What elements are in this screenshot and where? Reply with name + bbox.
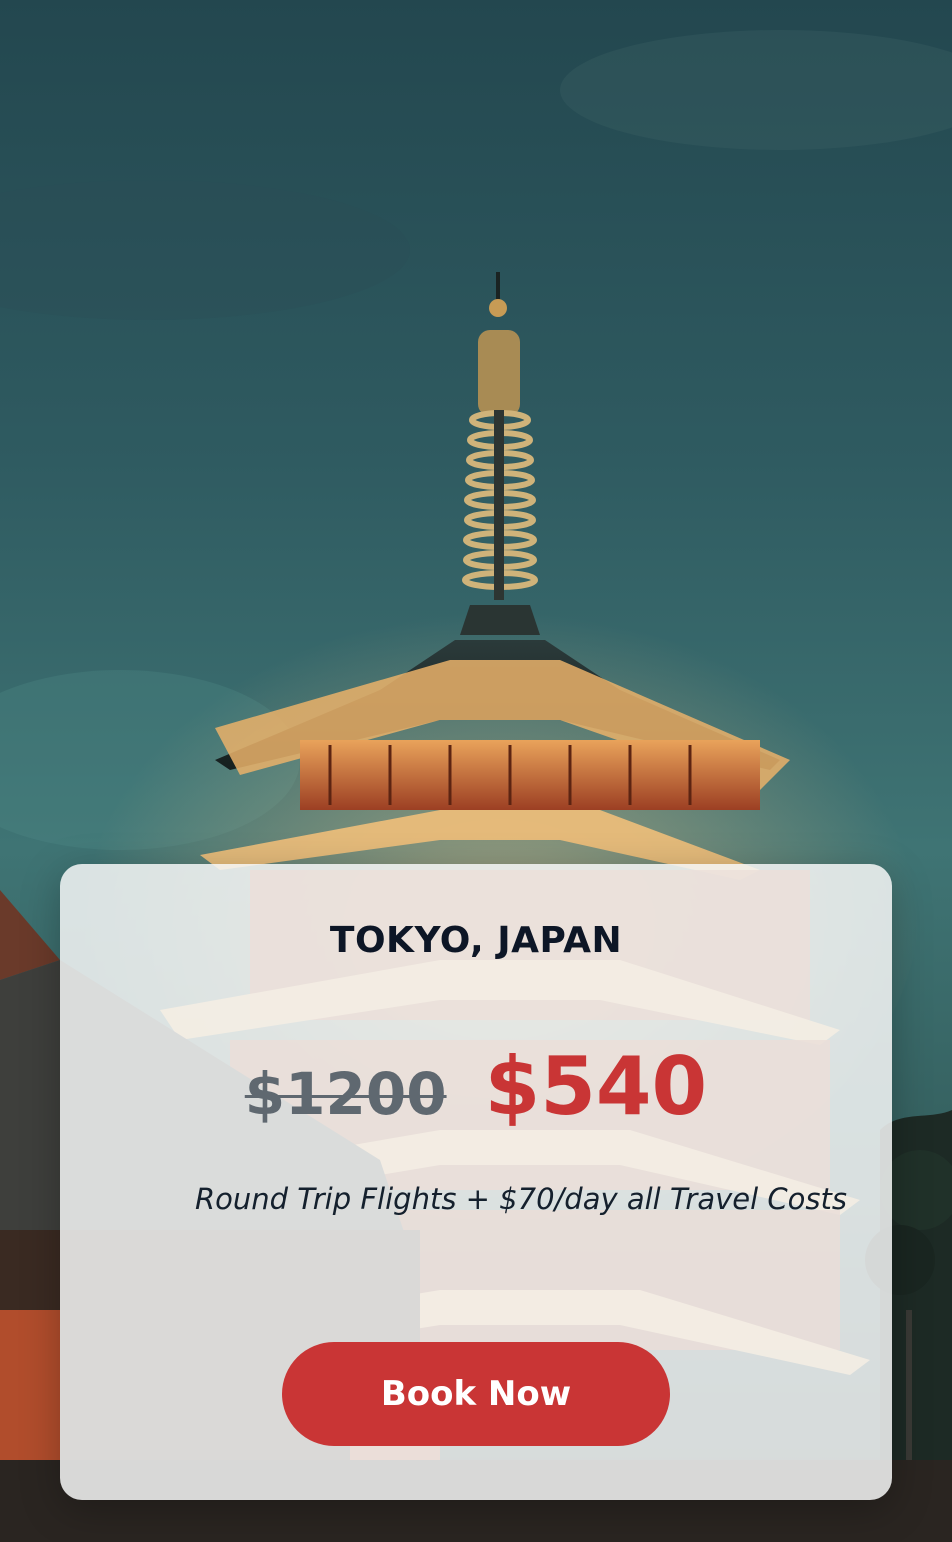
- destination-title: TOKYO, JAPAN: [329, 920, 623, 961]
- offer-card: TOKYO, JAPAN $1200 $540 Round Trip Fligh…: [60, 864, 892, 1500]
- price-row: $1200 $540: [60, 1040, 892, 1133]
- book-now-button[interactable]: Book Now: [282, 1342, 670, 1446]
- sale-price: $540: [484, 1040, 708, 1133]
- original-price: $1200: [244, 1060, 447, 1128]
- offer-description: Round Trip Flights + $70/day all Travel …: [195, 1182, 847, 1216]
- promo-screen: TOKYO, JAPAN $1200 $540 Round Trip Fligh…: [0, 0, 952, 1542]
